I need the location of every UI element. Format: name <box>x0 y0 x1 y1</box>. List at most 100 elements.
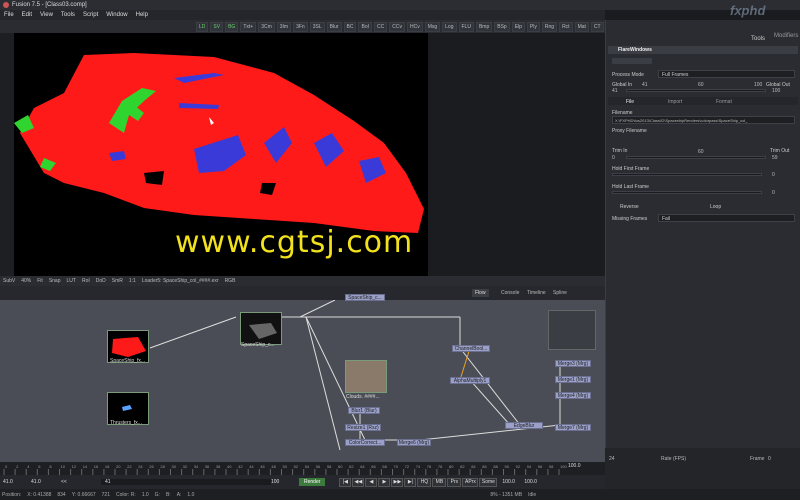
tab-spline[interactable]: Spline <box>550 289 570 297</box>
toolbar-bmp-button[interactable]: Bmp <box>475 21 493 32</box>
ratio-button[interactable]: 1:1 <box>129 278 136 284</box>
play-icon[interactable]: ▶ <box>378 477 391 487</box>
node-spaceship-top[interactable]: SpaceShip_c... <box>345 294 385 301</box>
end-frame-2[interactable]: 100.0 <box>524 479 546 485</box>
trim-in-value[interactable]: 0 <box>612 155 615 161</box>
node-merge7[interactable]: Merge7 (Mrg) <box>555 424 591 431</box>
toolbar-rct-button[interactable]: Rct <box>559 21 573 32</box>
toolbar-ply-button[interactable]: Ply <box>526 21 540 32</box>
toolbar-3fn-button[interactable]: 3Fn <box>293 21 308 32</box>
flow-editor[interactable]: SpaceShip_fx... Thrusters_fx... SpaceShi… <box>0 294 605 462</box>
toolbar-hcv-button[interactable]: HCv <box>406 21 423 32</box>
toolbar-3im-button[interactable]: 3Im <box>276 21 292 32</box>
rate-value[interactable]: 24 <box>609 456 615 462</box>
rgb-button[interactable]: RGB <box>225 278 236 284</box>
menu-help[interactable]: Help <box>136 12 148 18</box>
tab-flow[interactable]: Flow <box>472 289 489 297</box>
toolbar-cc-button[interactable]: CC <box>374 21 388 32</box>
toolbar-bsp-button[interactable]: BSp <box>494 21 510 32</box>
node-clouds-thumb[interactable] <box>345 360 387 393</box>
tool-header[interactable]: FlareWindows <box>608 46 798 54</box>
roi-button[interactable]: RoI <box>82 278 90 284</box>
subview-button[interactable]: SubV <box>3 278 15 284</box>
node-colorcorrect[interactable]: ColorCorrect... <box>345 439 385 446</box>
go-end-icon[interactable]: ▶| <box>404 477 417 487</box>
menu-view[interactable]: View <box>40 12 53 18</box>
end-frame-1[interactable]: 100.0 <box>502 479 524 485</box>
timeline-ruler[interactable]: 0 2 4 6 8 10 12 14 16 18 20 22 24 26 28 30 32 34 36 38 40 42 4… <box>0 462 605 475</box>
render-start[interactable]: 41.0 <box>31 479 61 485</box>
trim-out-value[interactable]: 59 <box>772 155 778 161</box>
tab-console[interactable]: Console <box>498 289 522 297</box>
menu-file[interactable]: File <box>4 12 14 18</box>
node-merge4[interactable]: Merge4 (Mrg) <box>555 392 591 399</box>
toolbar-sv-button[interactable]: SV <box>210 21 224 32</box>
some-button[interactable]: Some <box>479 477 498 487</box>
hq-button[interactable]: HQ <box>417 477 432 487</box>
toolbar-bg-button[interactable]: BG <box>225 21 239 32</box>
toolbar-rng-button[interactable]: Rng <box>541 21 558 32</box>
subtab-format[interactable]: Format <box>716 99 732 105</box>
render-end[interactable]: 100 <box>271 479 299 485</box>
subtab-import[interactable]: Import <box>668 99 682 105</box>
toolbar-txt-button[interactable]: Txt+ <box>240 21 257 32</box>
toolbar-elp-button[interactable]: Elp <box>511 21 525 32</box>
node-merge3[interactable]: Merge3 (Mrg) <box>555 360 591 367</box>
trim-slider[interactable] <box>626 156 766 159</box>
hold-last-slider[interactable] <box>612 191 762 194</box>
go-start-icon[interactable]: |◀ <box>339 477 352 487</box>
filename-input[interactable]: X:\FXPHD\fus2013\Class02\SpaceshipRender… <box>612 116 795 124</box>
toolbar-flu-button[interactable]: FLU <box>458 21 474 32</box>
toolbar-boi-button[interactable]: BoI <box>358 21 372 32</box>
toolbar-3cm-button[interactable]: 3Cm <box>258 21 275 32</box>
toolbar-ct-button[interactable]: CT <box>590 21 604 32</box>
node-merge1[interactable]: Merge1 (Mrg) <box>555 376 591 383</box>
toolbar-blur-button[interactable]: Blur <box>326 21 342 32</box>
snap-button[interactable]: Snap <box>49 278 61 284</box>
zoom-level[interactable]: 40% <box>21 278 31 284</box>
hold-last-value[interactable]: 0 <box>772 190 775 196</box>
hold-first-value[interactable]: 0 <box>772 172 775 178</box>
menu-window[interactable]: Window <box>106 12 127 18</box>
node-merge6[interactable]: Merge6 (Mrg) <box>397 439 431 446</box>
toolbar-msg-button[interactable]: Msg <box>424 21 441 32</box>
node-spaceship-col-thumb[interactable] <box>240 312 282 345</box>
tool-icons[interactable] <box>612 58 652 64</box>
tab-timeline[interactable]: Timeline <box>524 289 549 297</box>
process-mode-select[interactable]: Full Frames <box>658 70 795 78</box>
global-range-slider[interactable] <box>626 89 766 92</box>
step-back-icon[interactable]: ◀◀ <box>352 477 365 487</box>
menu-script[interactable]: Script <box>83 12 98 18</box>
node-alphamultiply[interactable]: AlphaMultiply1 <box>450 377 490 384</box>
hold-first-slider[interactable] <box>612 173 762 176</box>
render-button[interactable]: Render <box>299 478 326 486</box>
node-edgeblur[interactable]: EdgeBlur <box>505 422 543 429</box>
menu-tools[interactable]: Tools <box>61 12 75 18</box>
node-blur1[interactable]: Blur1 (Blur) <box>348 407 380 414</box>
missing-frames-select[interactable]: Fail <box>658 214 795 222</box>
step-forward-icon[interactable]: ▶▶ <box>391 477 404 487</box>
smr-button[interactable]: SmR <box>112 278 123 284</box>
node-resize1[interactable]: Resize1 (Rsz) <box>345 424 381 431</box>
flow-navigator[interactable] <box>548 310 596 350</box>
step-back[interactable]: << <box>61 479 101 485</box>
lut-button[interactable]: LUT <box>67 278 76 284</box>
tab-tools[interactable]: Tools <box>751 36 765 42</box>
current-frame[interactable]: 41 <box>101 479 271 485</box>
tab-modifiers[interactable]: Modifiers <box>774 33 798 39</box>
dod-button[interactable]: DoD <box>96 278 106 284</box>
frame-value[interactable]: 0 <box>768 456 771 462</box>
global-in-value[interactable]: 41 <box>612 88 618 94</box>
mb-button[interactable]: MB <box>432 477 447 487</box>
subtab-file[interactable]: File <box>626 99 634 105</box>
toolbar-ld-button[interactable]: LD <box>196 21 209 32</box>
toolbar-3sl-button[interactable]: 3SL <box>309 21 325 32</box>
node-channelbool[interactable]: ChannelBool... <box>452 345 490 352</box>
menu-edit[interactable]: Edit <box>22 12 32 18</box>
play-reverse-icon[interactable]: ◀ <box>365 477 378 487</box>
reverse-checkbox[interactable]: Reverse <box>620 204 639 210</box>
fit-button[interactable]: Fit <box>37 278 43 284</box>
loop-checkbox[interactable]: Loop <box>710 204 721 210</box>
toolbar-log-button[interactable]: Log <box>442 21 457 32</box>
toolbar-mat-button[interactable]: Mat <box>574 21 589 32</box>
